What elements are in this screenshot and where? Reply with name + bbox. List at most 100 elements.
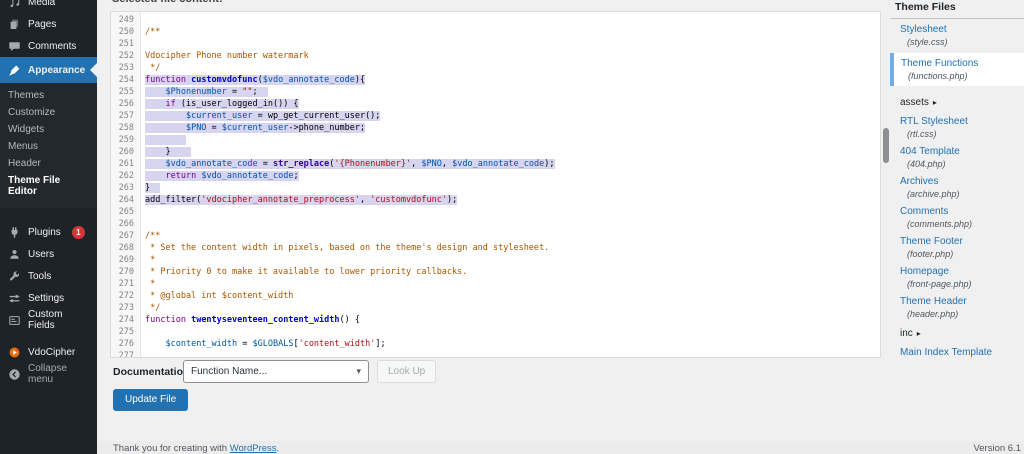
theme-file-link[interactable]: Theme Header	[900, 296, 1024, 307]
theme-file-link[interactable]: Homepage	[900, 266, 1024, 277]
theme-file-404-template[interactable]: 404 Template (404.php)	[890, 141, 1024, 171]
submenu-item-customize[interactable]: Customize	[0, 104, 97, 121]
sidebar-item-collapse[interactable]: Collapse menu	[0, 363, 97, 385]
theme-file-link[interactable]: Theme Functions	[901, 58, 1024, 69]
theme-file-rtl-stylesheet[interactable]: RTL Stylesheet (rtl.css)	[890, 111, 1024, 141]
documentation-select[interactable]: Function Name... ▾	[183, 360, 369, 383]
code-line[interactable]: 274 function twentyseventeen_content_widt…	[111, 314, 880, 326]
line-number: 257	[118, 111, 134, 121]
code-line[interactable]: 256 if (is_user_logged_in()) {	[111, 98, 880, 110]
theme-file-theme-functions[interactable]: Theme Functions (functions.php)	[890, 53, 1024, 86]
code-line[interactable]: 251	[111, 38, 880, 50]
code-line[interactable]: 262 return $vdo_annotate_code;	[111, 170, 880, 182]
sidebar-item-users[interactable]: Users	[0, 243, 97, 265]
line-number: 268	[118, 243, 134, 253]
admin-sidebar: Media Pages Comments Appearance Themes Custo…	[0, 0, 97, 454]
code-line[interactable]: 270 * Priority 0 to make it available to…	[111, 266, 880, 278]
update-file-button[interactable]: Update File	[113, 389, 189, 411]
code-line[interactable]: 267 /**	[111, 230, 880, 242]
footer-thanks: Thank you for creating with WordPress.	[113, 443, 279, 454]
code-line[interactable]: 250 /**	[111, 26, 880, 38]
line-number: 271	[118, 279, 134, 289]
code-line[interactable]: 266	[111, 218, 880, 230]
theme-file-link[interactable]: Theme Footer	[900, 236, 1024, 247]
wordpress-link[interactable]: WordPress	[230, 443, 277, 454]
code-text: Vdocipher Phone number watermark	[145, 51, 309, 61]
theme-files-panel: Theme Files Stylesheet (style.css) Theme F…	[890, 0, 1024, 357]
code-line[interactable]: 277	[111, 350, 880, 358]
sidebar-item-plugins[interactable]: Plugins 1	[0, 221, 97, 243]
theme-file-theme-footer[interactable]: Theme Footer (footer.php)	[890, 231, 1024, 261]
code-line[interactable]: 260 }	[111, 146, 880, 158]
sidebar-top-items: Media Pages Comments Appearance	[0, 0, 97, 83]
appearance-icon	[8, 64, 21, 77]
theme-file-link[interactable]: Archives	[900, 176, 1024, 187]
settings-icon	[8, 292, 21, 305]
sidebar-item-pages[interactable]: Pages	[0, 13, 97, 35]
comments-icon	[8, 40, 21, 53]
theme-file-main-index-template[interactable]: Main Index Template(index.php)	[890, 342, 1024, 357]
theme-file-theme-header[interactable]: Theme Header (header.php)	[890, 291, 1024, 321]
sidebar-item-tools[interactable]: Tools	[0, 265, 97, 287]
line-number: 277	[118, 351, 134, 358]
theme-file-link[interactable]: Main Index Template	[900, 347, 1024, 357]
line-number: 273	[118, 303, 134, 313]
theme-file-link[interactable]: 404 Template	[900, 146, 1024, 157]
theme-file-archives[interactable]: Archives (archive.php)	[890, 171, 1024, 201]
code-line[interactable]: 252 Vdocipher Phone number watermark	[111, 50, 880, 62]
line-number: 263	[118, 183, 134, 193]
code-line[interactable]: 269 *	[111, 254, 880, 266]
theme-file-link[interactable]: Stylesheet	[900, 24, 1024, 35]
code-line[interactable]: 265	[111, 206, 880, 218]
code-line[interactable]: 255 $Phonenumber = "";	[111, 86, 880, 98]
theme-file-stylesheet[interactable]: Stylesheet (style.css)	[890, 19, 1024, 49]
code-line[interactable]: 258 $PNO = $current_user->phone_number;	[111, 122, 880, 134]
plugins-icon	[8, 226, 21, 239]
code-text: * @global int $content_width	[145, 291, 294, 301]
look-up-button[interactable]: Look Up	[377, 360, 437, 383]
code-line[interactable]: 273 */	[111, 302, 880, 314]
code-line[interactable]: 263}	[111, 182, 880, 194]
editor-scrollbar-thumb[interactable]	[883, 128, 889, 163]
sidebar-item-appearance[interactable]: Appearance	[0, 57, 97, 83]
theme-files-title: Theme Files	[890, 0, 1024, 19]
theme-file-link[interactable]: RTL Stylesheet	[900, 116, 1024, 127]
code-line[interactable]: 261 $vdo_annotate_code = str_replace('{P…	[111, 158, 880, 170]
sidebar-item-settings[interactable]: Settings	[0, 287, 97, 309]
submenu-item-menus[interactable]: Menus	[0, 138, 97, 155]
line-number: 256	[118, 99, 134, 109]
code-line[interactable]: 275	[111, 326, 880, 338]
code-text: /**	[145, 231, 161, 241]
sidebar-item-media[interactable]: Media	[0, 0, 97, 13]
sidebar-item-comments[interactable]: Comments	[0, 35, 97, 57]
sidebar-item-vdocipher[interactable]: VdoCipher	[0, 341, 97, 363]
theme-file-homepage[interactable]: Homepage (front-page.php)	[890, 261, 1024, 291]
theme-folder-assets[interactable]: assets ▸	[890, 90, 1024, 111]
code-line[interactable]: 268 * Set the content width in pixels, b…	[111, 242, 880, 254]
code-line[interactable]: 253 */	[111, 62, 880, 74]
selection-highlight: $vdo_annotate_code = str_replace('{Phone…	[145, 159, 555, 169]
code-line[interactable]: 276 $content_width = $GLOBALS['content_w…	[111, 338, 880, 350]
line-number: 259	[118, 135, 134, 145]
line-number: 272	[118, 291, 134, 301]
code-text: *	[145, 255, 156, 265]
code-line[interactable]: 264 add_filter('vdocipher_annotate_prepro…	[111, 194, 880, 206]
code-line[interactable]: 254 function customvdofunc($vdo_annotate_…	[111, 74, 880, 86]
submenu-item-theme-file-editor[interactable]: Theme File Editor	[0, 172, 97, 200]
theme-file-link[interactable]: Comments	[900, 206, 1024, 217]
sidebar-lower-items: Plugins 1 Users Tools Settings Custom Fields	[0, 221, 97, 331]
sidebar-item-custom-fields[interactable]: Custom Fields	[0, 309, 97, 331]
code-line[interactable]: 249	[111, 14, 880, 26]
code-line[interactable]: 272 * @global int $content_width	[111, 290, 880, 302]
code-text: $vdo_annotate_code = str_replace('{Phone…	[140, 158, 555, 170]
theme-file-comments[interactable]: Comments (comments.php)	[890, 201, 1024, 231]
code-line[interactable]: 271 *	[111, 278, 880, 290]
code-editor[interactable]: 249 250 /** 251 252 Vdocipher Phone number wa…	[110, 11, 881, 358]
custom-fields-icon	[8, 314, 21, 327]
code-line[interactable]: 257 $current_user = wp_get_current_user(…	[111, 110, 880, 122]
submenu-item-themes[interactable]: Themes	[0, 87, 97, 104]
theme-folder-inc[interactable]: inc ▸	[890, 321, 1024, 342]
submenu-item-widgets[interactable]: Widgets	[0, 121, 97, 138]
submenu-item-header[interactable]: Header	[0, 155, 97, 172]
code-line[interactable]: 259	[111, 134, 880, 146]
